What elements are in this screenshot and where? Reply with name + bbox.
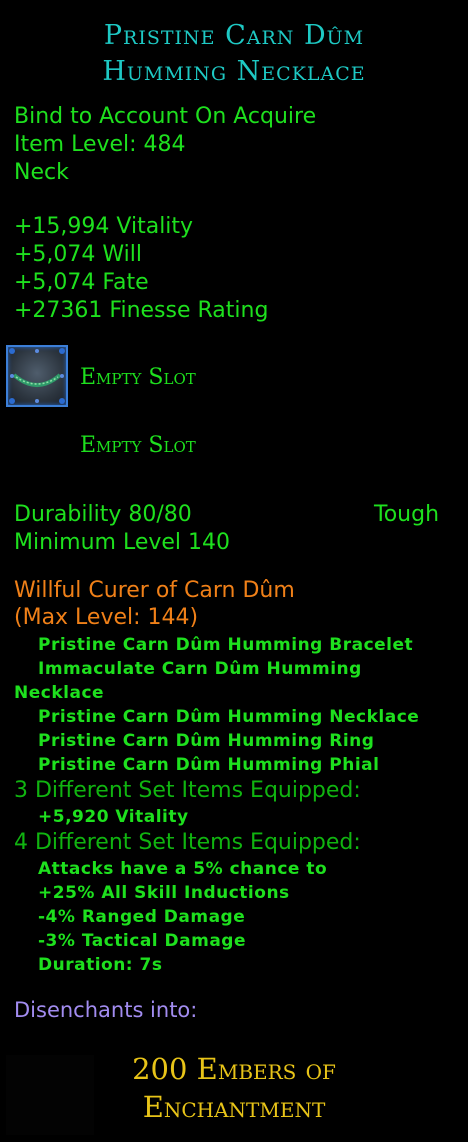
stat-vitality: +15,994 Vitality [14,214,194,239]
set-item: Pristine Carn Dûm Humming Phial [38,755,380,775]
essence-slot-2-label: Empty Slot [80,433,196,458]
set-max-level: (Max Level: 144) [14,605,199,630]
set-item: Pristine Carn Dûm Humming Necklace [38,707,420,727]
durability-type: Tough [374,502,440,527]
set-bonus-line: +5,920 Vitality [38,807,189,827]
set-bonus-3-header: 3 Different Set Items Equipped: [14,778,361,803]
item-title-line1: Pristine Carn Dûm [103,20,365,51]
set-item: Pristine Carn Dûm Humming Ring [38,731,375,751]
stat-finesse: +27361 Finesse Rating [14,298,269,323]
item-slot: Neck [14,160,69,185]
set-bonus-line: -4% Ranged Damage [38,907,246,927]
set-name: Willful Curer of Carn Dûm [14,578,295,603]
set-item: Pristine Carn Dûm Humming Bracelet [38,635,414,655]
set-bonus-line: Attacks have a 5% chance to [38,859,328,879]
durability-text: Durability 80/80 [14,502,192,527]
necklace-icon [9,348,65,404]
disenchant-label: Disenchants into: [14,998,198,1022]
minimum-level: Minimum Level 140 [14,530,231,555]
set-item: Immaculate Carn Dûm Humming [38,659,362,679]
set-bonus-line: -3% Tactical Damage [38,931,247,951]
reward-line1: 200 Embers of [132,1052,336,1086]
item-level: Item Level: 484 [14,132,186,157]
item-title-line2: Humming Necklace [102,56,366,87]
essence-slot-1-label: Empty Slot [80,365,196,390]
set-bonus-line: +25% All Skill Inductions [38,883,290,903]
binding-text: Bind to Account On Acquire [14,104,317,129]
set-bonus-4-header: 4 Different Set Items Equipped: [14,830,361,855]
essence-socket-icon[interactable] [6,345,68,407]
reward-line2: Enchantment [142,1090,326,1124]
stat-will: +5,074 Will [14,242,143,267]
stat-fate: +5,074 Fate [14,270,149,295]
set-item: Necklace [14,683,105,703]
set-bonus-line: Duration: 7s [38,955,163,975]
